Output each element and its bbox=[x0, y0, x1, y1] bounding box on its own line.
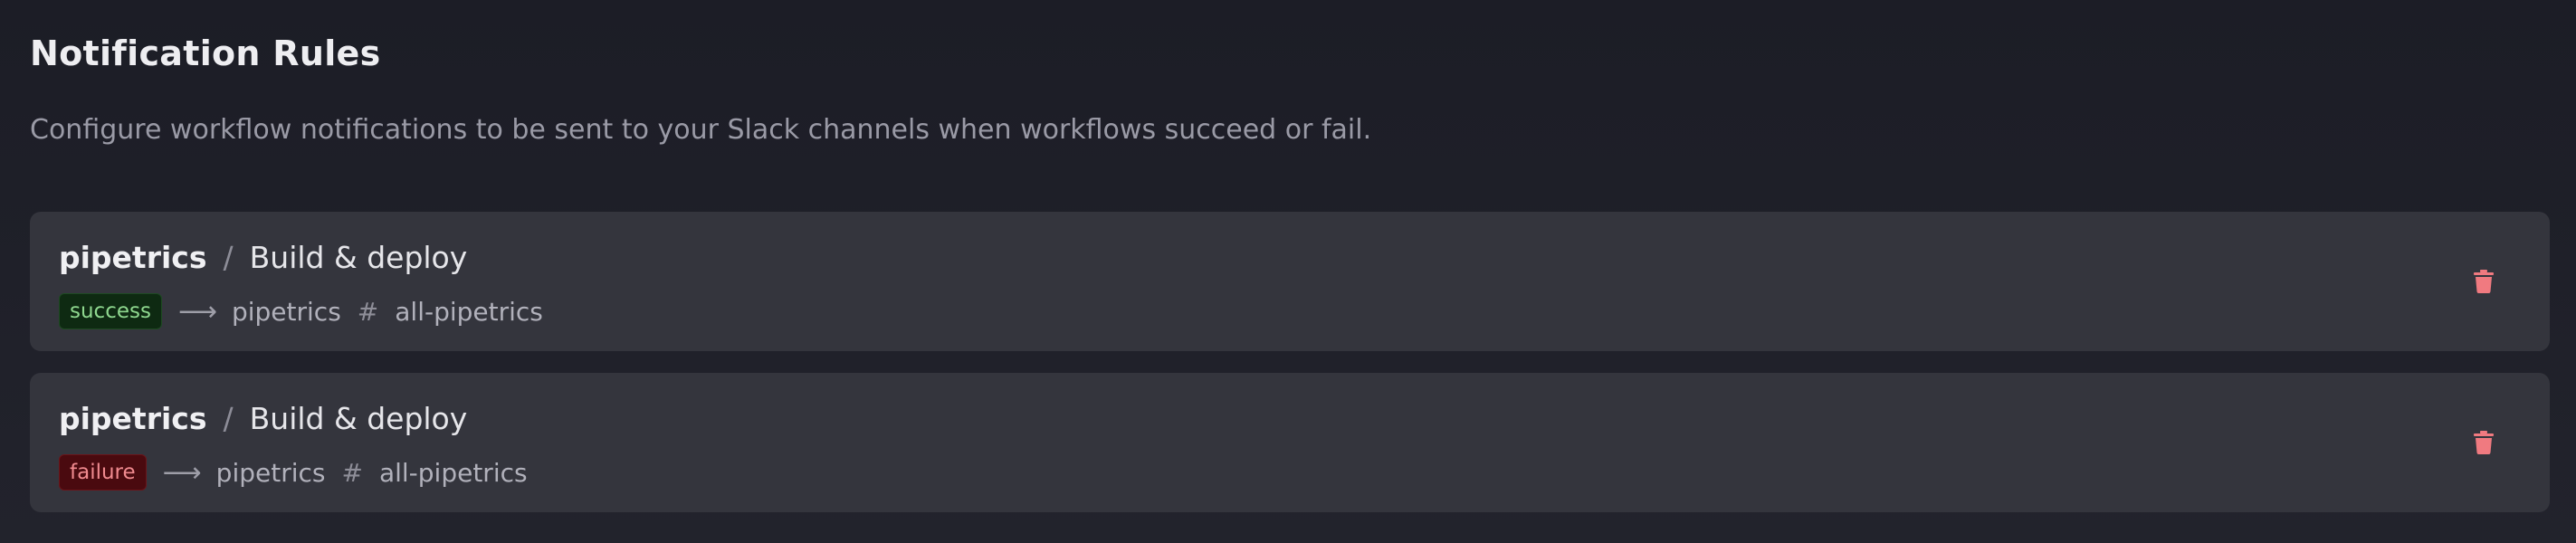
org-name: pipetrics bbox=[59, 239, 207, 275]
rules-list: pipetrics / Build & deploy success ⟶ pip… bbox=[30, 212, 2550, 534]
slack-workspace: pipetrics bbox=[215, 457, 326, 488]
hash-icon: # bbox=[357, 296, 379, 327]
workflow-name: Build & deploy bbox=[249, 239, 468, 275]
rule-card: pipetrics / Build & deploy failure ⟶ pip… bbox=[30, 373, 2550, 512]
delete-rule-button[interactable] bbox=[2466, 264, 2501, 299]
delete-rule-button[interactable] bbox=[2466, 425, 2501, 460]
arrow-icon: ⟶ bbox=[162, 456, 202, 489]
workflow-name: Build & deploy bbox=[249, 400, 468, 436]
status-badge: success bbox=[59, 293, 162, 329]
page-title: Notification Rules bbox=[30, 33, 381, 73]
arrow-icon: ⟶ bbox=[177, 295, 217, 328]
path-separator: / bbox=[223, 239, 234, 275]
rule-title: pipetrics / Build & deploy bbox=[59, 398, 467, 438]
status-badge: failure bbox=[59, 454, 147, 491]
trash-icon bbox=[2474, 431, 2494, 454]
trash-icon bbox=[2474, 270, 2494, 293]
rule-card: pipetrics / Build & deploy success ⟶ pip… bbox=[30, 212, 2550, 351]
hash-icon: # bbox=[341, 457, 363, 488]
path-separator: / bbox=[223, 400, 234, 436]
rule-title: pipetrics / Build & deploy bbox=[59, 237, 467, 277]
slack-workspace: pipetrics bbox=[231, 296, 341, 327]
org-name: pipetrics bbox=[59, 400, 207, 436]
rule-destination: failure ⟶ pipetrics # all-pipetrics bbox=[59, 454, 528, 491]
slack-channel: all-pipetrics bbox=[395, 296, 543, 327]
slack-channel: all-pipetrics bbox=[378, 457, 528, 488]
rule-destination: success ⟶ pipetrics # all-pipetrics bbox=[59, 293, 543, 329]
notification-rules-page: Notification Rules Configure workflow no… bbox=[0, 0, 2576, 543]
page-description: Configure workflow notifications to be s… bbox=[30, 114, 1372, 146]
